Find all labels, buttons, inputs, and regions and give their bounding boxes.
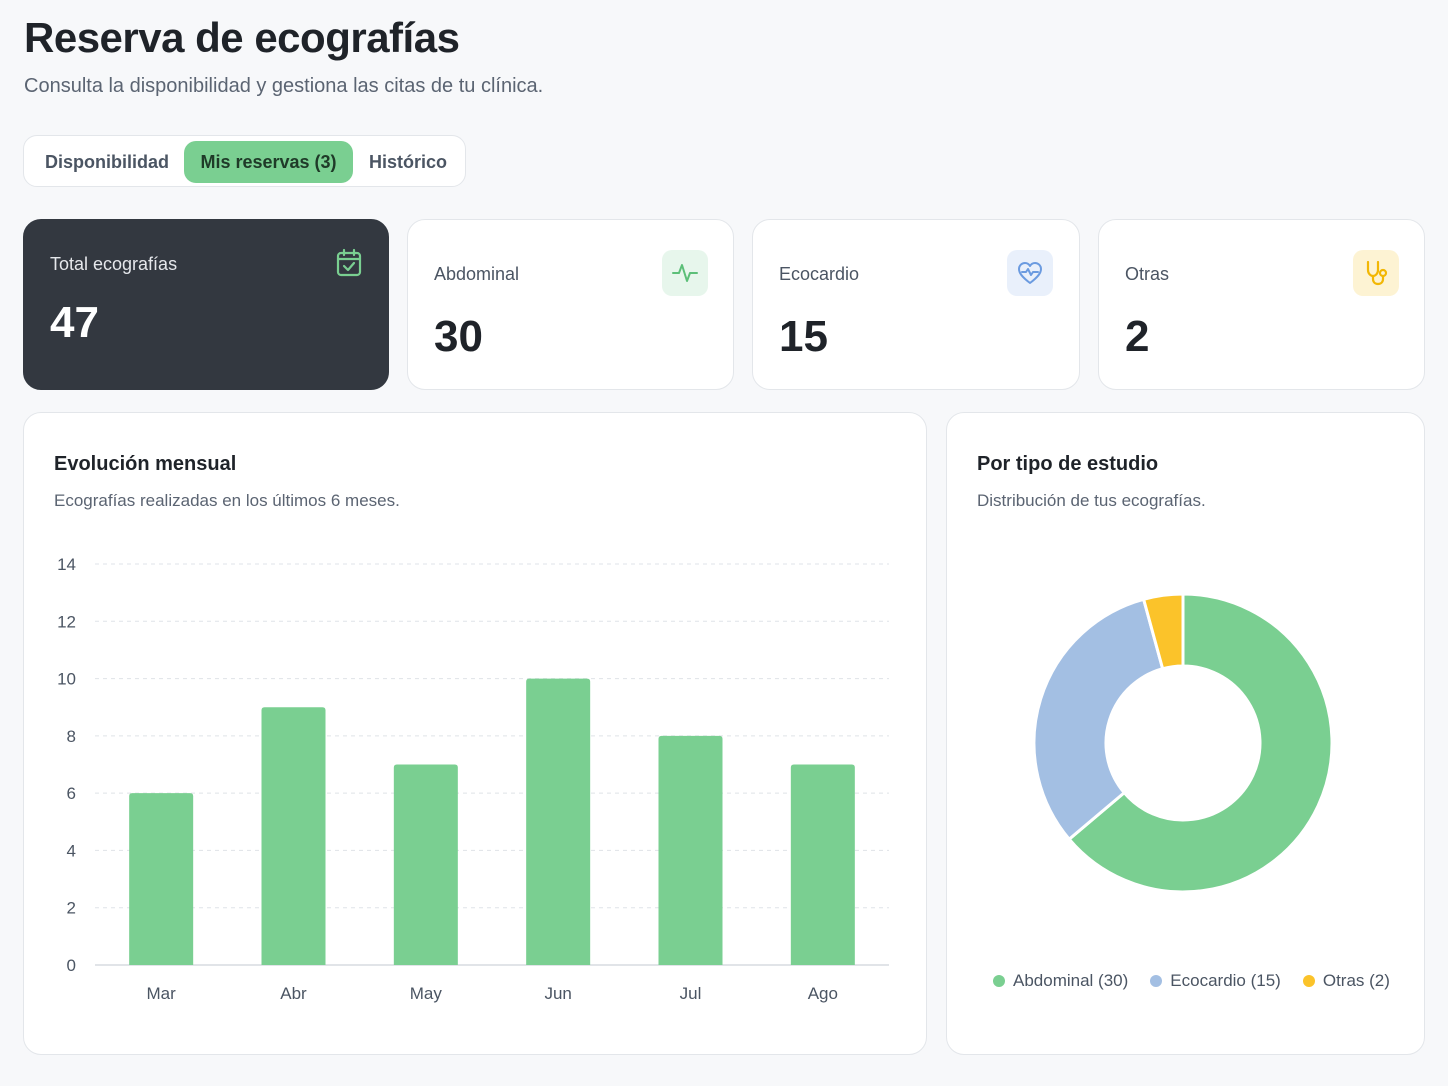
x-tick-label: Ago: [808, 984, 838, 1003]
bar-may[interactable]: [393, 764, 458, 966]
tab-historico[interactable]: Histórico: [355, 141, 461, 183]
legend-swatch: [993, 975, 1005, 987]
stat-label: Ecocardio: [779, 264, 860, 284]
y-tick-label: 4: [67, 841, 76, 860]
stat-value: 15: [779, 312, 828, 361]
stat-value: 2: [1125, 312, 1150, 361]
view-tabs: Disponibilidad Mis reservas (3) Históric…: [23, 135, 466, 187]
stat-label: Total ecografías: [50, 254, 178, 274]
heart-pulse-icon: [1007, 250, 1053, 296]
donut-slice-ecocardio[interactable]: [1032, 597, 1165, 842]
y-tick-label: 12: [57, 612, 76, 631]
y-tick-label: 14: [57, 555, 76, 574]
tab-mis-reservas[interactable]: Mis reservas (3): [184, 141, 353, 183]
y-tick-label: 8: [67, 727, 76, 746]
monthly-evolution-panel: Evolución mensual Ecografías realizadas …: [23, 412, 927, 1055]
bar-jun[interactable]: [526, 678, 591, 965]
legend-item[interactable]: Abdominal (30): [993, 971, 1128, 991]
monthly-bar-chart: 0 2 4 6 8 10 12 14 Mar Abr May Jun Jul Ago: [57, 555, 889, 1003]
chart-legend: Abdominal (30) Ecocardio (15) Otras (2): [993, 971, 1390, 991]
legend-label: Ecocardio (15): [1170, 971, 1281, 990]
y-tick-label: 10: [57, 670, 76, 689]
legend-swatch: [1150, 975, 1163, 987]
study-type-panel: Por tipo de estudio Distribución de tus …: [946, 412, 1425, 1055]
x-tick-label: May: [410, 984, 443, 1003]
legend-item[interactable]: Otras (2): [1302, 971, 1390, 991]
page-title: Reserva de ecografías: [24, 14, 460, 61]
calendar-check-icon: [335, 248, 363, 278]
x-tick-label: Jul: [680, 984, 702, 1003]
x-tick-label: Jun: [544, 984, 571, 1003]
stat-label: Abdominal: [434, 264, 520, 284]
bar-mar[interactable]: [129, 793, 194, 965]
stat-value: 30: [434, 312, 483, 361]
stat-label: Otras: [1125, 264, 1170, 284]
activity-pulse-icon: [662, 250, 708, 296]
y-tick-label: 2: [67, 899, 76, 918]
bar-ago[interactable]: [790, 764, 855, 966]
page-subtitle: Consulta la disponibilidad y gestiona la…: [24, 75, 544, 97]
bar-jul[interactable]: [658, 735, 723, 965]
study-type-donut-chart: [1032, 592, 1334, 894]
stat-card-otras: Otras 2: [1098, 219, 1425, 390]
legend-item[interactable]: Ecocardio (15): [1150, 971, 1281, 991]
y-tick-label: 6: [67, 784, 76, 803]
legend-label: Otras (2): [1322, 971, 1390, 990]
stat-card-total: Total ecografías 47: [23, 219, 389, 390]
stat-value: 47: [50, 298, 99, 347]
tab-disponibilidad[interactable]: Disponibilidad: [32, 141, 182, 183]
bar-abr[interactable]: [261, 707, 326, 965]
stat-card-abdominal: Abdominal 30: [407, 219, 734, 390]
stat-card-ecocardio: Ecocardio 15: [752, 219, 1080, 390]
legend-label: Abdominal (30): [1013, 971, 1129, 990]
x-tick-label: Abr: [280, 984, 307, 1003]
stethoscope-icon: [1353, 250, 1399, 296]
legend-swatch: [1302, 975, 1315, 987]
y-tick-label: 0: [67, 956, 76, 975]
x-tick-label: Mar: [147, 984, 177, 1003]
